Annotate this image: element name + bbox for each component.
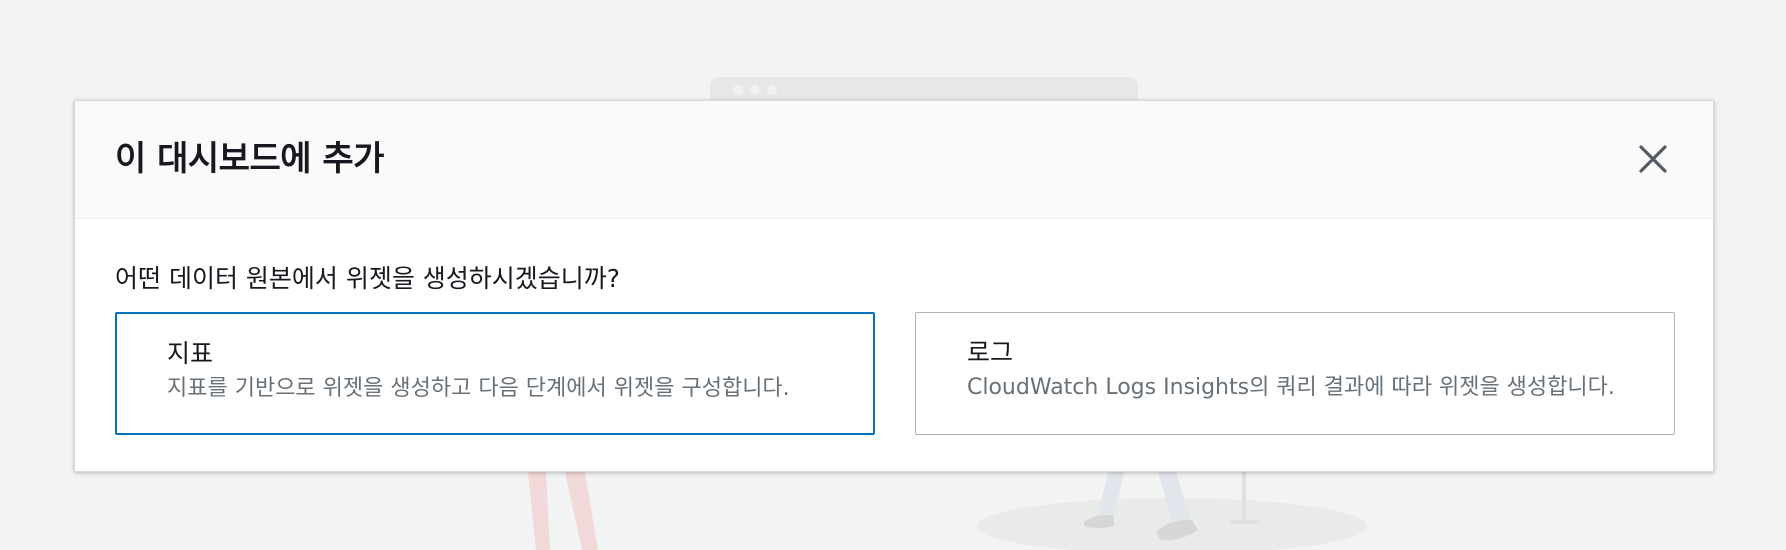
metrics-tile[interactable]: 지표 지표를 기반으로 위젯을 생성하고 다음 단계에서 위젯을 구성합니다. bbox=[115, 312, 875, 435]
logs-tile-description: CloudWatch Logs Insights의 쿼리 결과에 따라 위젯을 … bbox=[967, 375, 1615, 400]
logs-tile[interactable]: 로그 CloudWatch Logs Insights의 쿼리 결과에 따라 위… bbox=[915, 312, 1675, 435]
modal-header: 이 대시보드에 추가 bbox=[75, 101, 1713, 219]
add-to-dashboard-modal: 이 대시보드에 추가 어떤 데이터 원본에서 위젯을 생성하시겠습니까? 지표 … bbox=[74, 100, 1714, 472]
logs-tile-title: 로그 bbox=[967, 338, 1014, 367]
close-icon bbox=[1639, 145, 1667, 173]
metrics-tile-title: 지표 bbox=[167, 339, 214, 368]
modal-body: 어떤 데이터 원본에서 위젯을 생성하시겠습니까? 지표 지표를 기반으로 위젯… bbox=[75, 219, 1713, 473]
modal-title: 이 대시보드에 추가 bbox=[115, 139, 384, 179]
data-source-question: 어떤 데이터 원본에서 위젯을 생성하시겠습니까? bbox=[115, 264, 621, 293]
metrics-tile-description: 지표를 기반으로 위젯을 생성하고 다음 단계에서 위젯을 구성합니다. bbox=[167, 376, 790, 401]
close-button[interactable] bbox=[1635, 141, 1671, 177]
